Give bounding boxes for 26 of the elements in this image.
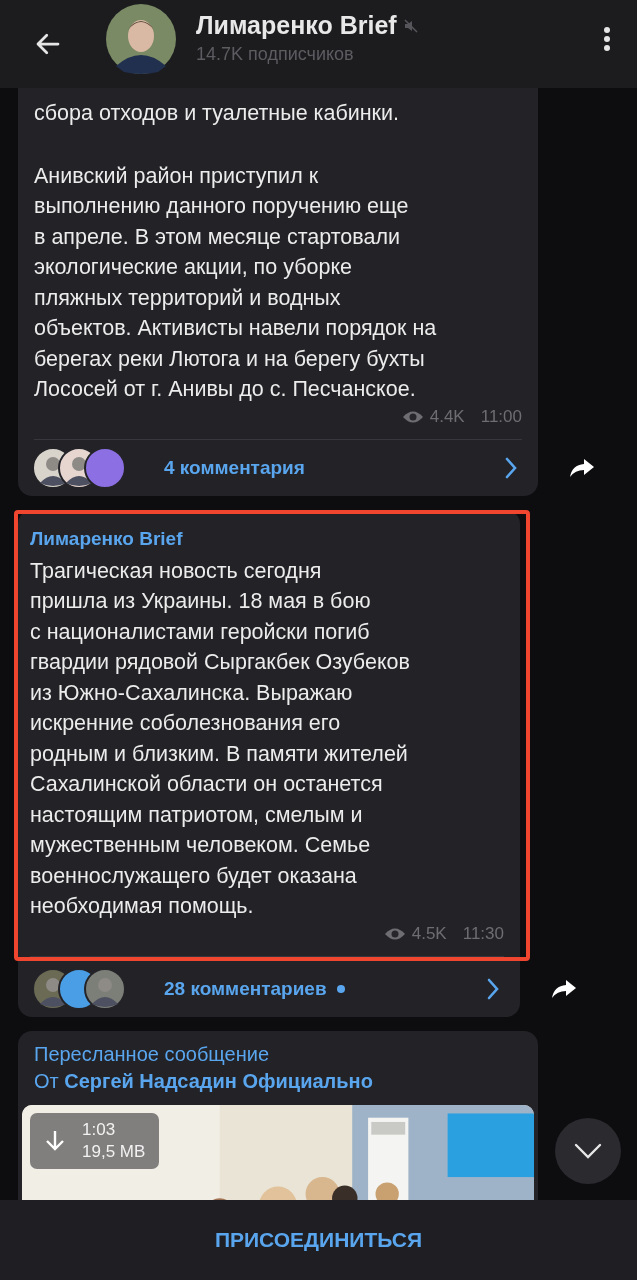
channel-name: Лимаренко Brief <box>30 527 183 550</box>
forwarded-label: Пересланное сообщение <box>33 1042 271 1066</box>
comments-link[interactable]: 4 комментария <box>18 439 538 496</box>
view-count: 4.4K <box>429 406 465 427</box>
download-badge[interactable]: 1:03 19,5 MB <box>30 1112 160 1169</box>
subscriber-count: 14.7K подписчиков <box>196 44 355 65</box>
view-count: 4.5K <box>411 923 447 944</box>
post-time: 11:30 <box>462 923 504 944</box>
share-arrow-icon <box>568 456 596 479</box>
comments-link[interactable]: 28 комментариев <box>18 960 520 1017</box>
join-button[interactable]: ПРИСОЕДИНИТЬСЯ <box>194 1218 443 1262</box>
download-arrow-icon <box>44 1128 66 1153</box>
message-text: Трагическая новость сегодня пришла из Украины. 18 мая в бою с националистами геройски погиб гвардии рядовой Сыргакбек Озубеков из Южно-Сахалинска. Выражаю искренние соболезнования его родным и близким. В памяти жителей Сахалинской области он останется настоящим патриотом, смелым и мужественным человеком. Семье военнослужащего будет оказана необходимая помощь. <box>30 557 410 920</box>
chevron-right-icon <box>486 976 500 1001</box>
post-time: 11:00 <box>480 406 522 427</box>
message-text: сбора отходов и туалетные кабинки. <box>34 100 399 127</box>
more-icon <box>603 26 611 52</box>
file-size: 19,5 MB <box>82 1140 146 1163</box>
forwarded-from: От Сергей Надсадин Официально <box>33 1069 374 1093</box>
channel-title: Лимаренко Brief <box>196 11 397 40</box>
message-text: Анивский район приступил к выполнению данного поручению еще в апреле. В этом месяце стартовали экологические акции, по уборке пляжных территорий и водных объектов. Активисты навели порядок на берегах реки Лютога и на берегу бухты Лососей от г. Анивы до с. Песчанское. <box>34 162 437 403</box>
chevron-right-icon <box>504 455 518 480</box>
video-duration: 1:03 <box>82 1118 117 1141</box>
channel-avatar <box>106 4 176 74</box>
chevron-down-icon <box>573 1142 603 1160</box>
share-arrow-icon <box>550 977 578 1000</box>
